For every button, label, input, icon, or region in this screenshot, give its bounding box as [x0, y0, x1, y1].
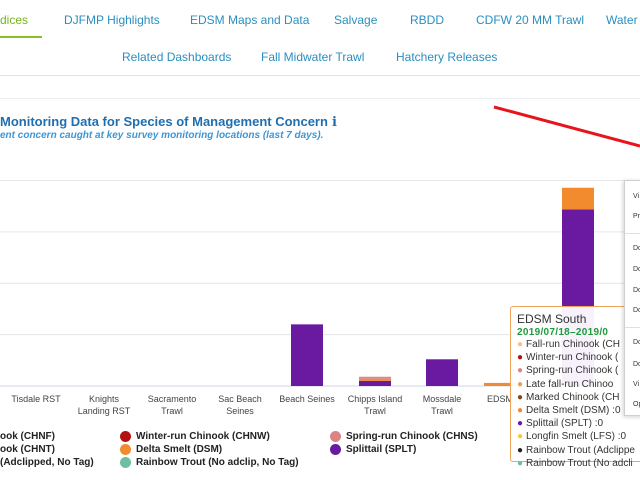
arrow-line	[493, 105, 640, 148]
annotation-arrow	[493, 105, 640, 148]
